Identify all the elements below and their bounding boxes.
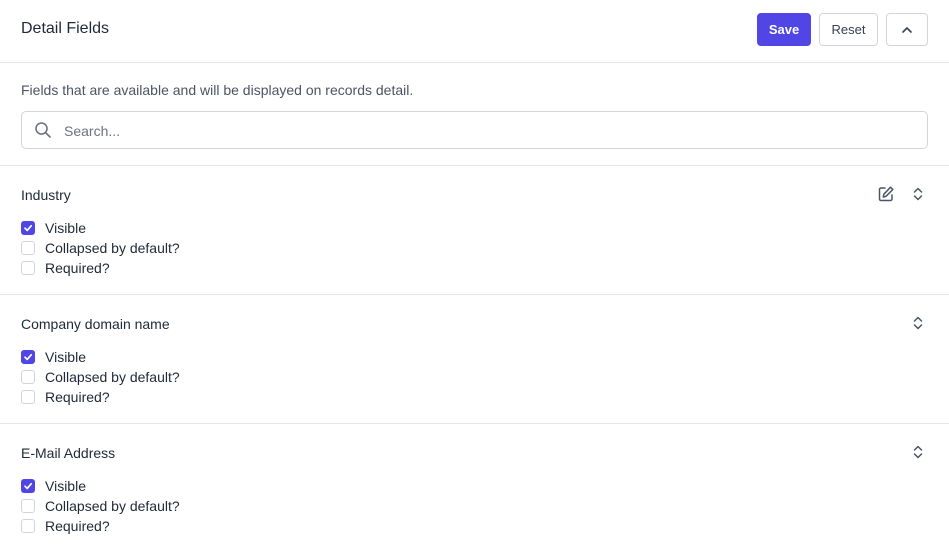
check-icon — [24, 482, 33, 490]
check-icon — [24, 353, 33, 361]
collapsed-checkbox[interactable] — [21, 370, 35, 384]
collapsed-option[interactable]: Collapsed by default? — [21, 238, 180, 258]
check-icon — [24, 224, 33, 232]
card-header: Detail Fields Save Reset — [0, 0, 949, 63]
field-name: Company domain name — [21, 316, 170, 332]
chevron-up-icon — [902, 26, 912, 33]
required-option[interactable]: Required? — [21, 258, 110, 278]
option-label: Visible — [45, 349, 86, 365]
reorder-icon[interactable] — [910, 444, 926, 460]
visible-checkbox[interactable] — [21, 350, 35, 364]
required-checkbox[interactable] — [21, 261, 35, 275]
field-list: Industry Visible Collapsed by default? R… — [0, 166, 949, 552]
required-option[interactable]: Required? — [21, 516, 110, 536]
reorder-icon[interactable] — [910, 315, 926, 331]
option-label: Required? — [45, 518, 110, 534]
field-item-industry: Industry Visible Collapsed by default? R… — [0, 166, 949, 295]
collapsed-checkbox[interactable] — [21, 241, 35, 255]
field-item-email-address: E-Mail Address Visible Collapsed by defa… — [0, 424, 949, 552]
reset-button[interactable]: Reset — [819, 13, 878, 46]
search-box — [21, 111, 928, 150]
search-input[interactable] — [62, 112, 916, 150]
page-title: Detail Fields — [21, 20, 110, 37]
option-label: Required? — [45, 389, 110, 405]
intro-section: Fields that are available and will be di… — [0, 63, 949, 166]
collapsed-checkbox[interactable] — [21, 499, 35, 513]
required-option[interactable]: Required? — [21, 387, 110, 407]
field-item-company-domain: Company domain name Visible Collapsed by… — [0, 295, 949, 424]
search-icon — [35, 122, 51, 138]
field-name: E-Mail Address — [21, 445, 116, 461]
collapsed-option[interactable]: Collapsed by default? — [21, 367, 180, 387]
reorder-icon[interactable] — [910, 186, 926, 202]
visible-option[interactable]: Visible — [21, 347, 86, 367]
option-label: Visible — [45, 478, 86, 494]
visible-option[interactable]: Visible — [21, 218, 86, 238]
option-label: Required? — [45, 260, 110, 276]
option-label: Collapsed by default? — [45, 240, 180, 256]
edit-icon[interactable] — [877, 185, 895, 203]
option-label: Collapsed by default? — [45, 498, 180, 514]
collapse-button[interactable] — [886, 13, 928, 46]
visible-checkbox[interactable] — [21, 479, 35, 493]
option-label: Visible — [45, 220, 86, 236]
option-label: Collapsed by default? — [45, 369, 180, 385]
required-checkbox[interactable] — [21, 519, 35, 533]
collapsed-option[interactable]: Collapsed by default? — [21, 496, 180, 516]
save-button[interactable]: Save — [757, 13, 811, 46]
required-checkbox[interactable] — [21, 390, 35, 404]
visible-option[interactable]: Visible — [21, 476, 86, 496]
field-name: Industry — [21, 187, 71, 203]
description-text: Fields that are available and will be di… — [21, 82, 414, 98]
visible-checkbox[interactable] — [21, 221, 35, 235]
